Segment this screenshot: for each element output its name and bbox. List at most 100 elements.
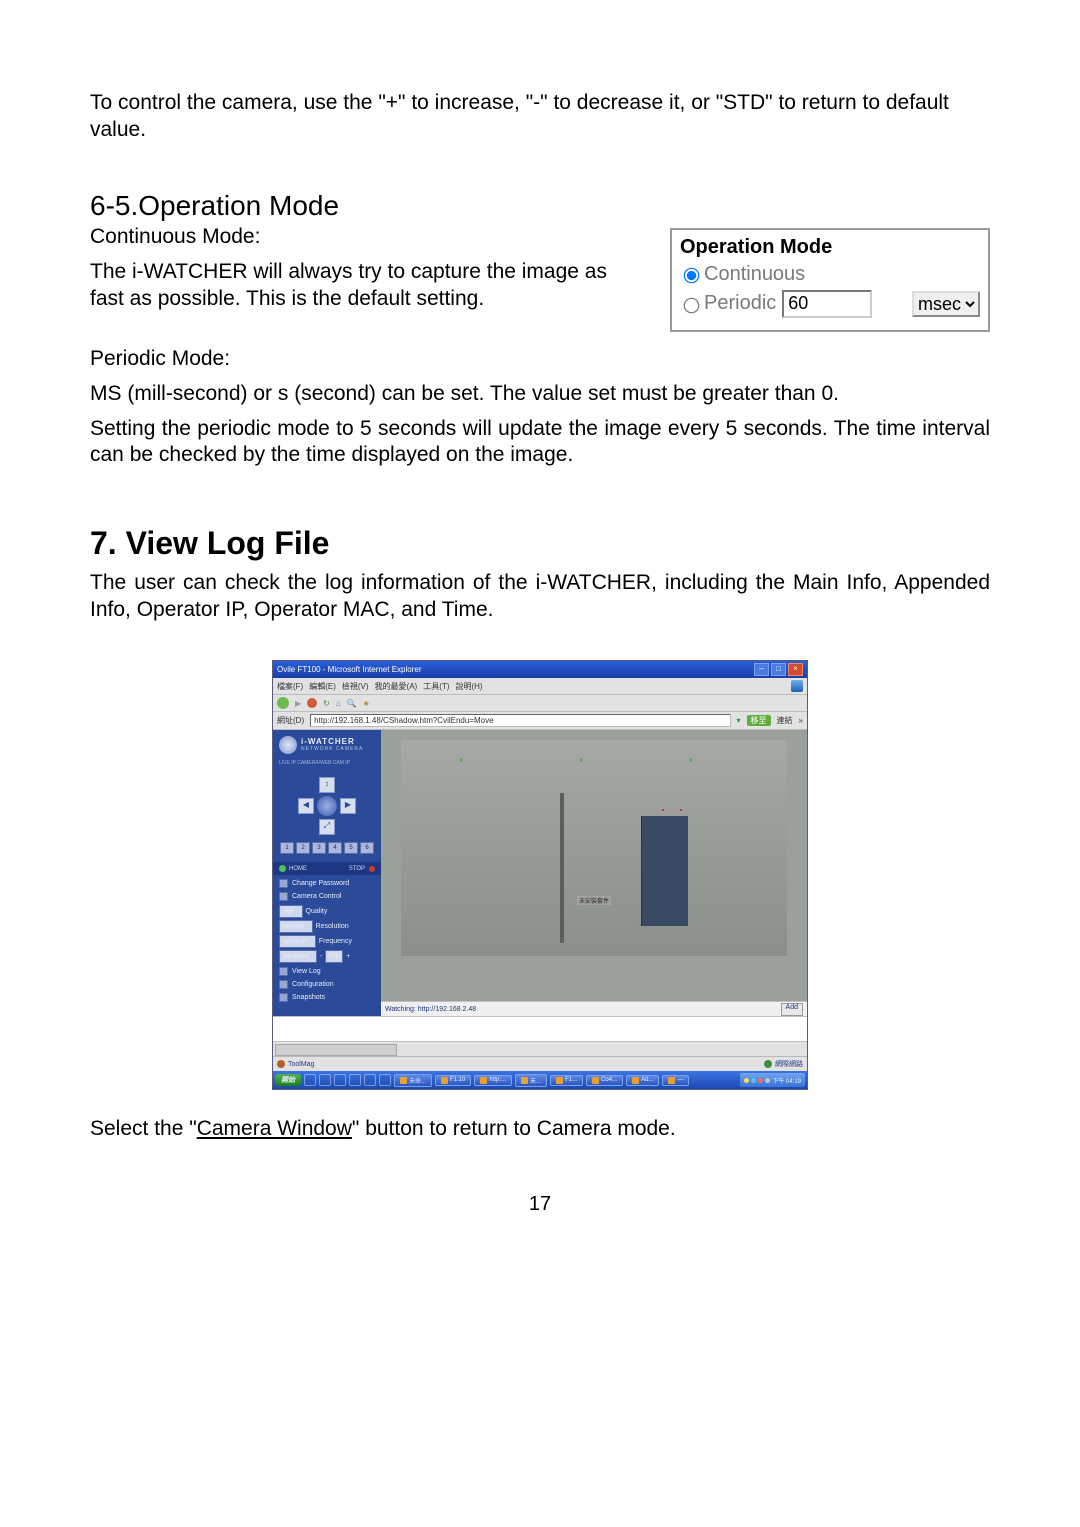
menu-edit[interactable]: 編輯(E) <box>309 681 336 692</box>
bullet-icon <box>279 980 288 989</box>
ptz-right-button[interactable]: ▶ <box>340 798 356 814</box>
address-label: 網址(D) <box>277 715 304 726</box>
ptz-down-button[interactable]: ⤢ <box>319 819 335 835</box>
menu-tools[interactable]: 工具(T) <box>423 681 449 692</box>
start-button[interactable]: 開始 <box>275 1074 301 1086</box>
go-chevron-icon[interactable]: ▾ <box>737 716 741 725</box>
return-line: Select the "Camera Window" button to ret… <box>90 1116 990 1143</box>
sidebar-configuration[interactable]: Configuration <box>279 980 375 989</box>
continuous-radio[interactable] <box>684 268 700 284</box>
go-button[interactable]: 移至 <box>747 715 771 726</box>
resolution-label: Resolution <box>316 923 349 930</box>
periodic-value-input[interactable] <box>782 290 872 318</box>
task-item[interactable]: http:... <box>474 1075 512 1086</box>
quicklaunch-icon[interactable] <box>364 1074 376 1086</box>
quicklaunch-icon[interactable] <box>304 1074 316 1086</box>
address-url[interactable]: http://192.168.1.48/CShadow.htm?CvilEndu… <box>310 714 730 727</box>
system-tray[interactable]: 下午 04:19 <box>740 1073 805 1087</box>
video-door-shape <box>641 816 688 926</box>
quicklaunch-icon[interactable] <box>379 1074 391 1086</box>
std-button[interactable]: STD <box>325 950 343 963</box>
ptz-up-button[interactable]: ↕ <box>319 777 335 793</box>
links-chevron-icon[interactable]: » <box>799 716 803 725</box>
frequency-select[interactable]: Indoor-60 ▾ <box>279 935 316 948</box>
quality-select[interactable]: High ▾ <box>279 905 303 918</box>
mode-home-label[interactable]: HOME <box>289 866 349 872</box>
camera-window-link: Camera Window <box>197 1117 352 1140</box>
ptz-center-button[interactable] <box>317 796 337 816</box>
close-icon[interactable]: × <box>788 663 803 676</box>
browser-screenshot: Ovile FT100 - Microsoft Internet Explore… <box>272 660 808 1090</box>
brand-name: i-WATCHER <box>301 738 363 747</box>
periodic-radio-label: Periodic <box>704 292 776 315</box>
mode-stop-label[interactable]: STOP <box>349 866 365 872</box>
stop-icon[interactable] <box>307 698 317 708</box>
maximize-icon[interactable]: □ <box>771 663 786 676</box>
preset-3[interactable]: 3 <box>312 842 326 854</box>
video-status-bar: Watching: http://192.168.2.48 Add <box>381 1001 807 1016</box>
brand-underline: LIVE IP CAMERA/WEB CAM IP <box>279 760 375 766</box>
periodic-radio[interactable] <box>684 297 700 313</box>
zone-icon <box>764 1060 772 1068</box>
continuous-mode-label: Continuous Mode: <box>90 224 610 251</box>
preset-5[interactable]: 5 <box>344 842 358 854</box>
continuous-option-row[interactable]: Continuous <box>680 263 980 286</box>
browser-status-bar: ToolMag 網際網路 <box>273 1056 807 1071</box>
tray-clock: 下午 04:19 <box>772 1076 801 1085</box>
horizontal-scrollbar[interactable] <box>273 1041 807 1056</box>
blank-area <box>273 1016 807 1041</box>
ptz-left-button[interactable]: ◀ <box>298 798 314 814</box>
video-status-text: Watching: http://192.168.2.48 <box>385 1006 476 1013</box>
search-icon[interactable]: 🔍 <box>347 699 357 708</box>
links-label: 連結 <box>777 715 793 726</box>
sidebar-snapshots[interactable]: Snapshots <box>279 993 375 1002</box>
forward-icon[interactable]: ▶ <box>295 699 301 708</box>
minimize-icon[interactable]: – <box>754 663 769 676</box>
task-item[interactable]: 未... <box>515 1074 547 1087</box>
sidebar-change-password[interactable]: Change Password <box>279 879 375 888</box>
favorites-icon[interactable]: ★ <box>363 699 370 708</box>
task-item[interactable]: F1.10 <box>435 1075 471 1086</box>
video-pillar-shape <box>560 793 564 943</box>
task-item[interactable]: — <box>662 1075 689 1086</box>
quicklaunch-icon[interactable] <box>334 1074 346 1086</box>
menu-favorites[interactable]: 我的最愛(A) <box>375 681 418 692</box>
periodic-unit-select[interactable]: msec <box>912 291 980 317</box>
task-item[interactable]: 未命... <box>394 1074 432 1087</box>
home-dot-icon <box>279 865 286 872</box>
resolution-row: 640*480 ▾ Resolution <box>279 920 375 933</box>
menu-help[interactable]: 說明(H) <box>455 681 482 692</box>
mode-bar: HOME STOP <box>273 862 381 875</box>
bullet-icon <box>279 993 288 1002</box>
menu-file[interactable]: 檔案(F) <box>277 681 303 692</box>
windows-taskbar: 開始 未命... F1.10 http:... 未... F1... Co4..… <box>273 1071 807 1089</box>
menu-view[interactable]: 檢視(V) <box>342 681 369 692</box>
preset-4[interactable]: 4 <box>328 842 342 854</box>
task-item[interactable]: Ad... <box>626 1075 659 1086</box>
tray-icon <box>744 1078 749 1083</box>
advanced-select[interactable]: Advanced ▾ <box>279 950 317 963</box>
sidebar-view-log[interactable]: View Log <box>279 967 375 976</box>
periodic-option-row[interactable]: Periodic msec <box>680 290 980 318</box>
quicklaunch-icon[interactable] <box>349 1074 361 1086</box>
quicklaunch-icon[interactable] <box>319 1074 331 1086</box>
task-item[interactable]: F1... <box>550 1075 583 1086</box>
bullet-icon <box>279 892 288 901</box>
refresh-icon[interactable]: ↻ <box>323 699 330 708</box>
section-6-5-heading: 6-5.Operation Mode <box>90 190 990 222</box>
preset-6[interactable]: 6 <box>360 842 374 854</box>
sidebar-camera-control[interactable]: Camera Control <box>279 892 375 901</box>
continuous-mode-desc: The i-WATCHER will always try to capture… <box>90 259 610 313</box>
menu-bar: 檔案(F) 編輯(E) 檢視(V) 我的最愛(A) 工具(T) 說明(H) <box>273 678 807 695</box>
preset-2[interactable]: 2 <box>296 842 310 854</box>
section-7-heading: 7. View Log File <box>90 525 990 562</box>
resolution-select[interactable]: 640*480 ▾ <box>279 920 313 933</box>
preset-1[interactable]: 1 <box>280 842 294 854</box>
frequency-label: Frequency <box>319 938 352 945</box>
back-icon[interactable] <box>277 697 289 709</box>
ie-logo-icon <box>791 680 803 692</box>
page-number: 17 <box>90 1193 990 1216</box>
home-icon[interactable]: ⌂ <box>336 699 341 708</box>
task-item[interactable]: Co4... <box>586 1075 623 1086</box>
add-button[interactable]: Add <box>781 1003 803 1016</box>
